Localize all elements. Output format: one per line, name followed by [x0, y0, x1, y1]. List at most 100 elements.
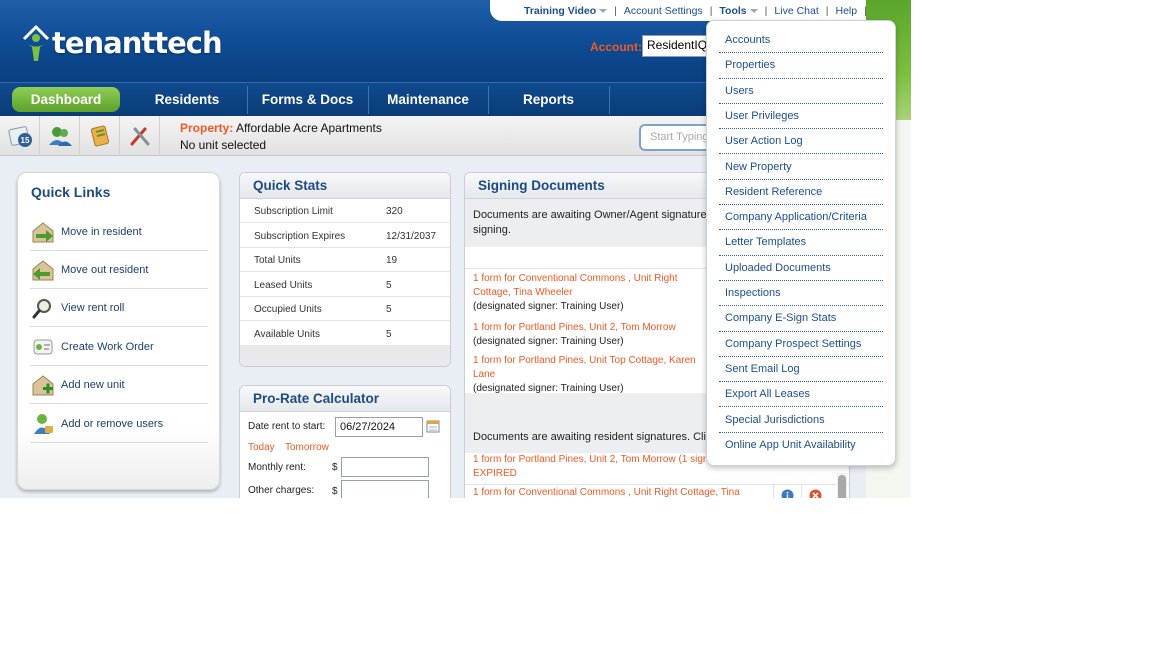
quick-link-label: View rent roll — [61, 301, 125, 314]
menu-item-properties[interactable]: Properties — [719, 53, 883, 79]
quick-link-label: Create Work Order — [61, 340, 154, 353]
quick-links-panel: Quick Links Move in resident Move out re… — [17, 172, 220, 490]
tools-label: Tools — [719, 4, 747, 17]
menu-item-users[interactable]: Users — [719, 79, 883, 104]
stats-row: Leased Units 5 — [240, 273, 450, 297]
doc-title[interactable]: 1 form for Portland Pines, Unit Top Cott… — [473, 354, 713, 382]
house-plus-icon — [30, 372, 56, 398]
scrollbar-thumb[interactable] — [838, 475, 846, 498]
menu-item-sent-email-log[interactable]: Sent Email Log — [719, 357, 883, 383]
quick-links-title: Quick Links — [31, 184, 111, 200]
doc-title[interactable]: 1 form for Portland Pines, Unit 2, Tom M… — [473, 321, 713, 335]
menu-item-letter-templates[interactable]: Letter Templates — [719, 230, 883, 256]
menu-item-user-privileges[interactable]: User Privileges — [719, 104, 883, 130]
owner-doc-item[interactable]: 1 form for Portland Pines, Unit Top Cott… — [473, 354, 713, 393]
menu-item-new-property[interactable]: New Property — [719, 155, 883, 180]
house-arrow-out-icon — [30, 257, 56, 283]
scrollbar-track[interactable] — [837, 473, 847, 498]
info-button[interactable] — [773, 485, 801, 498]
info-icon — [781, 489, 794, 498]
quick-link-work-order[interactable]: Create Work Order — [30, 328, 208, 366]
quick-stats-title: Quick Stats — [240, 173, 450, 199]
nav-maintenance[interactable]: Maintenance — [369, 83, 487, 117]
resident-doc-item[interactable]: 1 form for Conventional Commons , Unit R… — [473, 486, 773, 498]
separator: | — [825, 4, 829, 17]
menu-item-online-app-unit[interactable]: Online App Unit Availability — [719, 433, 883, 458]
quick-link-label: Move in resident — [61, 225, 142, 238]
property-name[interactable]: Affordable Acre Apartments — [236, 121, 382, 135]
doc-signer: (designated signer: Training User) — [473, 383, 624, 393]
nav-divider — [609, 86, 610, 114]
doc-title[interactable]: 1 form for Conventional Commons , Unit R… — [473, 272, 713, 300]
quick-link-users[interactable]: Add or remove users — [30, 405, 208, 443]
nav-reports[interactable]: Reports — [489, 83, 608, 117]
training-video-link[interactable]: Training Video — [524, 4, 608, 17]
quick-link-label: Add new unit — [61, 378, 125, 391]
house-arrow-in-icon — [30, 219, 56, 245]
menu-item-resident-reference[interactable]: Resident Reference — [719, 180, 883, 206]
unit-status: No unit selected — [180, 138, 267, 152]
monthly-rent-label: Monthly rent: — [248, 462, 306, 473]
calendar-badge: 15 — [20, 136, 29, 145]
stats-row: Subscription Expires 12/31/2037 — [240, 224, 450, 248]
calendar-button[interactable]: 15 — [0, 116, 40, 156]
live-chat-link[interactable]: Live Chat — [774, 5, 818, 17]
quick-link-move-out[interactable]: Move out resident — [30, 251, 208, 289]
delete-button[interactable] — [801, 485, 829, 498]
stats-key: Leased Units — [254, 279, 313, 291]
menu-item-prospect-settings[interactable]: Company Prospect Settings — [719, 332, 883, 357]
other-charges-label: Other charges: — [248, 485, 315, 496]
menu-item-user-action-log[interactable]: User Action Log — [719, 129, 883, 155]
stats-value: 5 — [386, 279, 392, 291]
help-link[interactable]: Help — [835, 5, 857, 17]
account-settings-link[interactable]: Account Settings — [624, 5, 703, 17]
date-start-input[interactable]: 06/27/2024 — [335, 417, 423, 437]
quick-link-add-unit[interactable]: Add new unit — [30, 366, 208, 404]
calendar-icon: 15 — [7, 126, 32, 147]
account-label: Account: — [590, 40, 642, 54]
documents-button[interactable] — [80, 116, 120, 156]
doc-title[interactable]: 1 form for Conventional Commons , Unit R… — [473, 486, 773, 498]
close-icon — [809, 489, 822, 498]
calendar-picker-icon[interactable] — [426, 419, 440, 438]
stats-value: 5 — [386, 304, 392, 315]
residents-button[interactable] — [40, 116, 80, 156]
prorate-calculator-panel: Pro-Rate Calculator Date rent to start: … — [239, 385, 451, 498]
stats-value: 19 — [386, 255, 398, 266]
notebook-icon — [90, 125, 109, 147]
owner-doc-item[interactable]: 1 form for Conventional Commons , Unit R… — [473, 272, 713, 314]
nav-residents[interactable]: Residents — [128, 83, 246, 117]
separator: | — [709, 4, 713, 17]
quick-link-rent-roll[interactable]: View rent roll — [30, 289, 208, 327]
logo[interactable]: tenanttech — [22, 22, 223, 64]
today-link[interactable]: Today — [248, 442, 275, 453]
nav-forms-docs[interactable]: Forms & Docs — [248, 83, 367, 117]
stats-value: 12/31/2037 — [386, 230, 437, 242]
stats-key: Subscription Limit — [254, 206, 333, 217]
maintenance-button[interactable] — [120, 116, 160, 156]
menu-item-special-jurisdictions[interactable]: Special Jurisdictions — [719, 408, 883, 433]
nav-dashboard[interactable]: Dashboard — [12, 87, 120, 112]
chevron-down-icon — [599, 8, 608, 13]
quick-stats-panel: Quick Stats Subscription Limit 320 Subscr… — [239, 172, 451, 367]
menu-item-inspections[interactable]: Inspections — [719, 281, 883, 307]
tools-link[interactable]: Tools — [719, 4, 758, 17]
date-start-label: Date rent to start: — [248, 421, 326, 432]
menu-item-uploaded-documents[interactable]: Uploaded Documents — [719, 256, 883, 281]
prorate-title: Pro-Rate Calculator — [240, 386, 450, 412]
training-video-label: Training Video — [524, 4, 597, 17]
chevron-down-icon — [749, 8, 758, 13]
other-charges-input[interactable] — [341, 480, 429, 498]
menu-item-company-application[interactable]: Company Application/Criteria — [719, 205, 883, 231]
monthly-rent-input[interactable] — [341, 457, 429, 477]
menu-item-esign-stats[interactable]: Company E-Sign Stats — [719, 306, 883, 332]
logo-house-icon — [22, 25, 50, 61]
menu-item-export-leases[interactable]: Export All Leases — [719, 382, 883, 408]
owner-doc-item[interactable]: 1 form for Portland Pines, Unit 2, Tom M… — [473, 321, 713, 349]
user-lock-icon — [30, 411, 56, 437]
stats-key: Subscription Expires — [254, 230, 346, 242]
quick-link-move-in[interactable]: Move in resident — [30, 213, 208, 251]
tomorrow-link[interactable]: Tomorrow — [285, 442, 329, 453]
stats-key: Occupied Units — [254, 304, 322, 315]
menu-item-accounts[interactable]: Accounts — [719, 28, 883, 54]
